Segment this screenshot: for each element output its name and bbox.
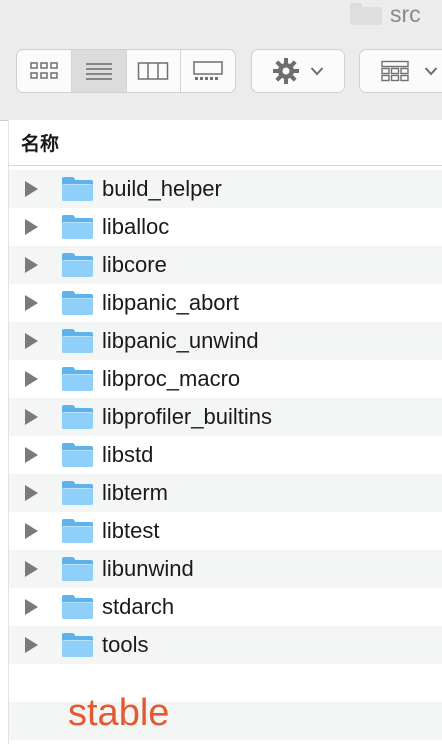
disclosure-triangle-icon[interactable] [25,409,38,425]
list-item[interactable]: libunwind [9,550,442,588]
folder-name: liballoc [102,214,170,239]
folder-name: libunwind [102,556,194,581]
disclosure-triangle-icon[interactable] [25,295,38,311]
icon-grid-icon [30,62,58,79]
file-list: 名称 build_helper liballoc libcore libpanic_a… [8,120,442,744]
list-item[interactable]: libpanic_unwind [9,322,442,360]
disclosure-triangle-icon[interactable] [25,447,38,463]
folder-icon [62,443,93,467]
list-item[interactable]: libproc_macro [9,360,442,398]
list-item[interactable]: libcore [9,246,442,284]
list-item[interactable]: build_helper [9,170,442,208]
folder-icon [62,253,93,277]
disclosure-triangle-icon[interactable] [25,637,38,653]
disclosure-triangle-icon[interactable] [25,333,38,349]
folder-icon [350,3,382,25]
folder-name: libcore [102,252,167,277]
annotation-label: stable [68,692,170,734]
icon-view-button[interactable] [17,50,72,92]
toolbar: src [0,0,442,121]
disclosure-triangle-icon[interactable] [25,561,38,577]
gallery-view-button[interactable] [181,50,235,92]
folder-name: libtest [102,518,160,543]
list-item[interactable]: libtest [9,512,442,550]
window-title-text: src [390,0,421,27]
list-item[interactable]: tools [9,626,442,664]
folder-icon [62,557,93,581]
column-header-label: 名称 [21,134,60,155]
folder-icon [62,177,93,201]
folder-icon [62,519,93,543]
folder-name: libpanic_abort [102,290,239,315]
list-item[interactable]: libprofiler_builtins [9,398,442,436]
folder-icon [62,215,93,239]
disclosure-triangle-icon[interactable] [25,485,38,501]
disclosure-triangle-icon[interactable] [25,257,38,273]
group-by-button[interactable] [359,49,442,93]
folder-icon [62,329,93,353]
folder-name: libprofiler_builtins [102,404,272,429]
name-column-header[interactable]: 名称 [9,120,442,166]
list-item[interactable]: stdarch [9,588,442,626]
folder-icon [62,633,93,657]
folder-icon [62,367,93,391]
action-menu-button[interactable] [251,49,345,93]
disclosure-triangle-icon[interactable] [25,219,38,235]
disclosure-triangle-icon[interactable] [25,181,38,197]
list-icon [85,63,112,80]
list-item[interactable]: liballoc [9,208,442,246]
folder-icon [62,405,93,429]
chevron-down-icon [310,67,324,76]
folder-name: build_helper [102,176,222,201]
column-view-button[interactable] [127,50,182,92]
folder-name: stdarch [102,594,175,619]
folder-name: libproc_macro [102,366,241,391]
folder-icon [62,595,93,619]
file-rows: build_helper liballoc libcore libpanic_abor… [9,170,442,740]
columns-icon [138,62,169,80]
window-title: src [350,0,421,28]
list-item[interactable]: libterm [9,474,442,512]
list-item[interactable]: libstd [9,436,442,474]
folder-name: tools [102,632,149,657]
disclosure-triangle-icon[interactable] [25,371,38,387]
view-mode-control [16,49,236,93]
disclosure-triangle-icon[interactable] [25,523,38,539]
folder-icon [62,291,93,315]
gallery-icon [193,61,223,80]
folder-name: libstd [102,442,154,467]
folder-name: libpanic_unwind [102,328,259,353]
folder-icon [62,481,93,505]
disclosure-triangle-icon[interactable] [25,599,38,615]
chevron-down-icon [424,67,438,76]
gear-icon [273,58,299,84]
folder-name: libterm [102,480,169,505]
list-item[interactable]: libpanic_abort [9,284,442,322]
list-view-button[interactable] [71,50,127,92]
grid-icon [381,60,409,82]
